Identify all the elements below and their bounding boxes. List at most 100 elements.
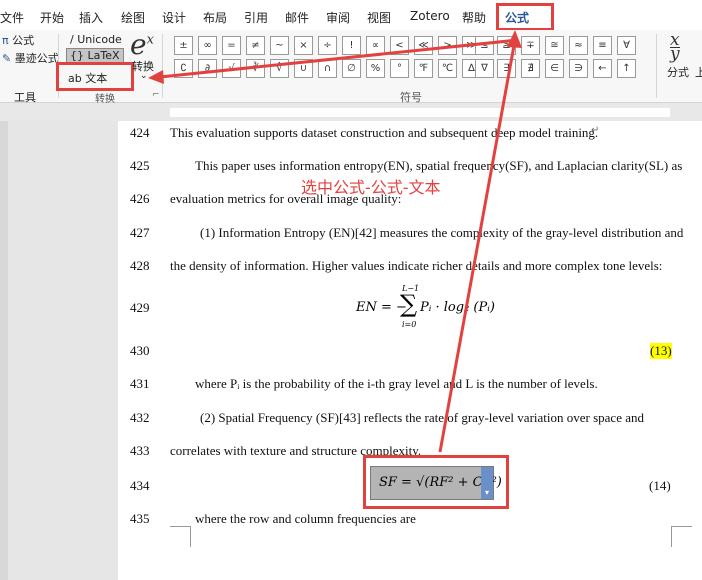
symbol-button[interactable]: ∝ [366, 36, 385, 55]
tab-help[interactable]: 帮助 [462, 9, 486, 26]
latex-icon: {} [70, 49, 84, 62]
line-number: 426 [130, 191, 150, 206]
tab-file[interactable]: 文件 [0, 9, 24, 26]
page-corner-mark [671, 526, 692, 547]
script-button[interactable]: 上 [695, 64, 702, 80]
unicode-option[interactable]: / Unicode [70, 33, 122, 46]
symbol-button[interactable]: ∜ [270, 59, 289, 78]
formula-button[interactable]: π 公式 [2, 32, 34, 48]
sum-symbol: ∑ [400, 290, 418, 318]
symbol-button[interactable]: ∓ [521, 36, 540, 55]
ruler-text-area [170, 108, 670, 117]
symbol-button[interactable]: ∃ [497, 59, 516, 78]
ink-equation-button[interactable]: ✎ 墨迹公式 [2, 50, 59, 66]
line-number: 434 [130, 478, 150, 493]
paragraph-mark: ↵ [591, 125, 600, 136]
paragraph-text[interactable]: the density of information. Higher value… [170, 258, 662, 274]
symbol-button[interactable]: ! [342, 36, 361, 55]
symbol-button[interactable]: ∅ [342, 59, 361, 78]
symbol-button[interactable]: ∂ [198, 59, 217, 78]
line-number: 431 [130, 376, 150, 391]
annotation-box-text-option [56, 62, 134, 91]
symbol-button[interactable]: ∋ [569, 59, 588, 78]
tab-references[interactable]: 引用 [244, 9, 268, 26]
tab-draw[interactable]: 绘图 [121, 9, 145, 26]
ribbon-panel: π 公式 ✎ 墨迹公式 工具 / Unicode {} LaTeX ab 文本 … [0, 28, 702, 105]
group-divider [656, 34, 657, 98]
line-number: 424 [130, 125, 150, 140]
annotation-label: 选中公式-公式-文本 [301, 178, 441, 197]
tab-zotero[interactable]: Zotero [410, 9, 450, 23]
symbol-button[interactable]: ± [174, 36, 193, 55]
symbol-button[interactable]: ~ [270, 36, 289, 55]
paragraph-text[interactable]: This evaluation supports dataset constru… [170, 125, 598, 141]
symbol-button[interactable]: ∪ [294, 59, 313, 78]
paragraph-text[interactable]: (1) Information Entropy (EN)[42] measure… [200, 225, 683, 241]
line-number: 435 [130, 511, 150, 526]
line-number: 430 [130, 343, 150, 358]
equation-number-13: (13) [650, 343, 672, 359]
paragraph-text[interactable]: This paper uses information entropy(EN),… [195, 158, 682, 174]
symbol-button[interactable]: % [366, 59, 385, 78]
symbol-button[interactable]: × [294, 36, 313, 55]
paragraph-text[interactable]: where Pᵢ is the probability of the i-th … [195, 376, 598, 392]
symbol-button[interactable]: √ [222, 59, 241, 78]
tab-mailings[interactable]: 邮件 [285, 9, 309, 26]
symbol-button[interactable]: > [438, 36, 457, 55]
tab-view[interactable]: 视图 [367, 9, 391, 26]
annotation-box-equation [363, 455, 509, 509]
symbol-button[interactable]: ↑ [617, 59, 636, 78]
sum-lower-limit: i=0 [402, 320, 417, 329]
chevron-down-icon[interactable]: ⌄ [140, 71, 148, 81]
symbol-button[interactable]: < [390, 36, 409, 55]
equation-number-14: (14) [649, 478, 671, 493]
fraction-icon: xy [670, 30, 680, 64]
symbol-button[interactable]: ∞ [198, 36, 217, 55]
symbol-button[interactable]: = [222, 36, 241, 55]
ink-icon: ✎ [2, 52, 12, 65]
line-number: 432 [130, 410, 150, 425]
symbol-button[interactable]: ∁ [174, 59, 193, 78]
annotation-box-equation-tab [496, 3, 554, 31]
symbol-button[interactable]: ∇ [475, 59, 494, 78]
line-number: 425 [130, 158, 150, 173]
symbol-button[interactable]: ℉ [414, 59, 433, 78]
symbol-button[interactable]: ° [390, 59, 409, 78]
fraction-button[interactable]: 分式 [667, 64, 689, 80]
paragraph-text[interactable]: where the row and column frequencies are [195, 511, 416, 527]
tab-design[interactable]: 设计 [162, 9, 186, 26]
symbol-button[interactable]: ∈ [545, 59, 564, 78]
tab-insert[interactable]: 插入 [79, 9, 103, 26]
equation-body: Pᵢ · log₂ (Pᵢ) [420, 300, 495, 315]
unicode-icon: / [70, 33, 74, 46]
page-corner-mark [170, 526, 191, 547]
symbol-button[interactable]: ∛ [246, 59, 265, 78]
symbol-button[interactable]: ∩ [318, 59, 337, 78]
symbol-button[interactable]: ∀ [617, 36, 636, 55]
dialog-launcher-icon[interactable]: ⌐ [152, 90, 160, 100]
line-number: 433 [130, 443, 150, 458]
symbol-button[interactable]: ≥ [497, 36, 516, 55]
symbol-button[interactable]: ÷ [318, 36, 337, 55]
line-number: 427 [130, 225, 150, 240]
horizontal-ruler[interactable] [0, 103, 702, 121]
line-number: 428 [130, 258, 150, 273]
paragraph-text[interactable]: (2) Spatial Frequency (SF)[43] reflects … [200, 410, 644, 426]
symbol-button[interactable]: ∄ [521, 59, 540, 78]
convert-exponent-icon: ex [130, 28, 154, 61]
symbol-button[interactable]: ≅ [545, 36, 564, 55]
tab-home[interactable]: 开始 [40, 9, 64, 26]
symbol-button[interactable]: ≈ [569, 36, 588, 55]
symbol-button[interactable]: ≤ [475, 36, 494, 55]
symbol-button[interactable]: ℃ [438, 59, 457, 78]
symbol-button[interactable]: ← [593, 59, 612, 78]
tab-review[interactable]: 审阅 [326, 9, 350, 26]
tab-layout[interactable]: 布局 [203, 9, 227, 26]
latex-option[interactable]: {} LaTeX [66, 48, 124, 63]
symbol-button[interactable]: ≪ [414, 36, 433, 55]
vertical-ruler[interactable] [0, 121, 8, 580]
formula-icon: π [2, 34, 9, 47]
symbol-button[interactable]: ≡ [593, 36, 612, 55]
group-divider [162, 34, 163, 98]
symbol-button[interactable]: ≠ [246, 36, 265, 55]
